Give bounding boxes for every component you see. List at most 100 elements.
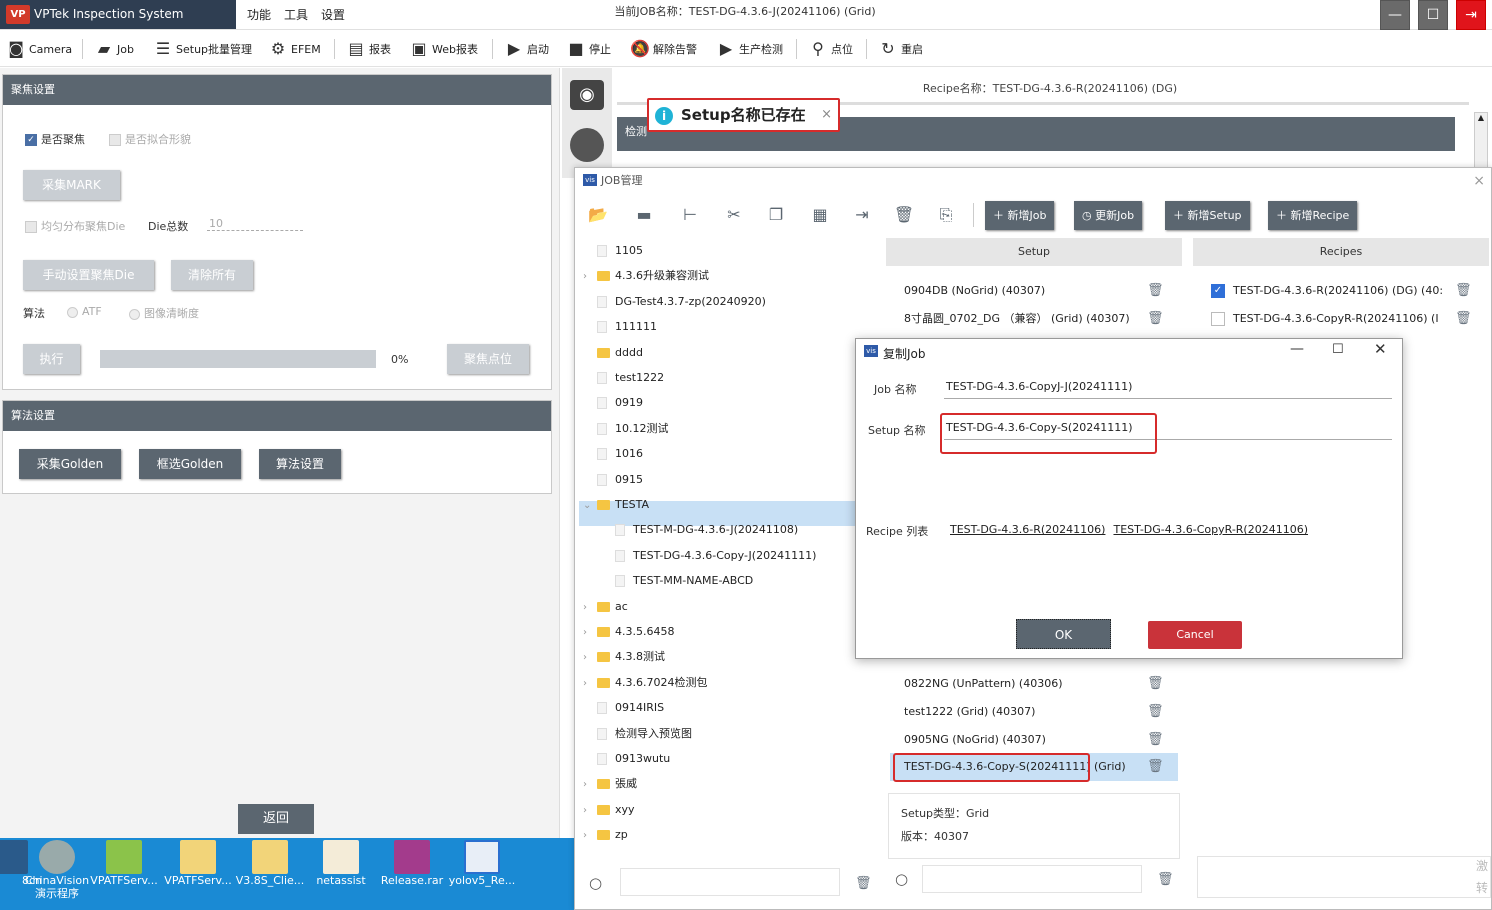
tree-node[interactable]: › 4.3.5.6458 bbox=[583, 619, 674, 644]
tree-node[interactable]: TEST-DG-4.3.6-Copy-J(20241111) bbox=[601, 543, 816, 568]
tree-node[interactable]: 10.12测试 bbox=[583, 416, 669, 441]
restart-button[interactable]: ↻ 重启 bbox=[878, 31, 923, 67]
delete-icon[interactable]: 🗑 bbox=[893, 205, 915, 225]
taskbar-item[interactable]: ChinaVision 演示程序 bbox=[21, 838, 93, 910]
close-icon[interactable]: × bbox=[1473, 168, 1485, 194]
production-button[interactable]: ▶ 生产检测 bbox=[716, 31, 783, 67]
manual-focus-die-button[interactable]: 手动设置聚焦Die bbox=[23, 260, 154, 290]
stop-button[interactable]: ■ 停止 bbox=[566, 31, 611, 67]
tree-node[interactable]: › 張威 bbox=[583, 771, 637, 796]
job-button[interactable]: ▰ Job bbox=[94, 31, 134, 67]
tree-node[interactable]: › xyy bbox=[583, 797, 635, 822]
setup-row[interactable]: test1222 (Grid) (40307) bbox=[904, 698, 1144, 726]
focus-point-button[interactable]: 聚焦点位 bbox=[447, 344, 529, 374]
wafer-icon[interactable] bbox=[570, 128, 604, 162]
chevron-icon[interactable]: › bbox=[583, 772, 597, 797]
efem-button[interactable]: ⚙ EFEM bbox=[268, 31, 321, 67]
taskbar-item[interactable]: Release.rar bbox=[376, 838, 448, 910]
recipe-link[interactable]: TEST-DG-4.3.6-R(20241106) bbox=[950, 523, 1105, 536]
trash-icon[interactable]: 🗑 bbox=[1455, 311, 1472, 326]
fit-shape-checkbox[interactable]: 是否拟合形貌 bbox=[109, 131, 191, 147]
tree-node[interactable]: › ac bbox=[583, 594, 628, 619]
maximize-button[interactable]: ☐ bbox=[1418, 0, 1448, 30]
taskbar-item[interactable]: V3.8S_Clie... bbox=[234, 838, 306, 910]
chevron-icon[interactable]: › bbox=[583, 595, 597, 620]
tree-node[interactable]: 0915 bbox=[583, 467, 643, 492]
close-icon[interactable]: ✕ bbox=[1374, 340, 1387, 358]
recipe-link[interactable]: TEST-DG-4.3.6-CopyR-R(20241106) bbox=[1113, 523, 1308, 536]
trash-icon[interactable]: 🗑 bbox=[1147, 704, 1164, 719]
taskbar-item[interactable]: yolov5_Re... bbox=[446, 838, 518, 910]
focus-checkbox[interactable]: ✓ 是否聚焦 bbox=[25, 131, 85, 147]
menu-function[interactable]: 功能 bbox=[247, 6, 271, 23]
clear-alarm-button[interactable]: 🔕 解除告警 bbox=[630, 31, 697, 67]
tree-node[interactable]: 1105 bbox=[583, 238, 643, 263]
tree-icon[interactable]: ⊢ bbox=[679, 205, 701, 225]
select-golden-button[interactable]: 框选Golden bbox=[139, 449, 241, 479]
chevron-icon[interactable]: ⌄ bbox=[583, 493, 597, 518]
taskbar-item[interactable]: VPATFServ... bbox=[88, 838, 160, 910]
maximize-icon[interactable]: ☐ bbox=[1332, 342, 1344, 357]
tree-search-input[interactable] bbox=[620, 868, 840, 896]
trash-icon[interactable]: 🗑 bbox=[1147, 676, 1164, 691]
recipe-row[interactable]: TEST-DG-4.3.6-CopyR-R(20241106) (I bbox=[1211, 305, 1451, 333]
taskbar-item[interactable]: VPATFServ... bbox=[162, 838, 234, 910]
tree-node[interactable]: › 4.3.8测试 bbox=[583, 644, 665, 669]
tree-node[interactable]: 111111 bbox=[583, 314, 657, 339]
run-button[interactable]: 执行 bbox=[23, 344, 80, 374]
chevron-icon[interactable]: › bbox=[583, 620, 597, 645]
tree-node[interactable]: 0914IRIS bbox=[583, 695, 664, 720]
ok-button[interactable]: OK bbox=[1016, 619, 1111, 649]
cut-icon[interactable]: ✂ bbox=[723, 205, 745, 225]
clarity-radio[interactable]: 图像清晰度 bbox=[129, 305, 199, 321]
folder-icon[interactable]: ▬ bbox=[633, 205, 655, 225]
tree-node[interactable]: DG-Test4.3.7-zp(20240920) bbox=[583, 289, 766, 314]
setup-row[interactable]: 0905NG (NoGrid) (40307) bbox=[904, 726, 1144, 754]
clear-all-button[interactable]: 清除所有 bbox=[171, 260, 253, 290]
tree-node[interactable]: 0913wutu bbox=[583, 746, 670, 771]
camera-button[interactable]: ◙ Camera bbox=[6, 31, 72, 67]
tree-node[interactable]: › 4.3.6.7024检测包 bbox=[583, 670, 707, 695]
start-button[interactable]: ▶ 启动 bbox=[504, 31, 549, 67]
tree-node[interactable]: 检测导入预览图 bbox=[583, 721, 692, 746]
setup-row[interactable]: 8寸晶圆_0702_DG （兼容） (Grid) (40307) bbox=[904, 305, 1144, 333]
trash-icon[interactable]: 🗑 bbox=[1455, 283, 1472, 298]
checkbox-icon[interactable] bbox=[1211, 312, 1225, 326]
tree-node[interactable]: › 4.3.6升级兼容测试 bbox=[583, 263, 709, 288]
chevron-icon[interactable]: › bbox=[583, 823, 597, 848]
tree-node[interactable]: 0919 bbox=[583, 390, 643, 415]
chevron-icon[interactable]: › bbox=[583, 798, 597, 823]
web-report-button[interactable]: ▣ Web报表 bbox=[409, 31, 478, 67]
report-button[interactable]: ▤ 报表 bbox=[346, 31, 391, 67]
chevron-icon[interactable]: › bbox=[583, 671, 597, 696]
algo-settings-button[interactable]: 算法设置 bbox=[259, 449, 341, 479]
trash-icon[interactable]: 🗑 bbox=[855, 876, 872, 891]
tree-node[interactable]: ⌄ TESTA bbox=[583, 492, 649, 517]
open-folder-icon[interactable]: 📂 bbox=[587, 205, 609, 225]
minimize-button[interactable]: — bbox=[1380, 0, 1410, 30]
checkbox-icon[interactable]: ✓ bbox=[1211, 284, 1225, 298]
paste-icon[interactable]: ▦ bbox=[809, 205, 831, 225]
minimize-icon[interactable]: — bbox=[1290, 341, 1304, 357]
import-icon[interactable]: ⇥ bbox=[851, 205, 873, 225]
even-die-checkbox[interactable]: 均匀分布聚焦Die bbox=[25, 218, 125, 234]
tree-node[interactable]: dddd bbox=[583, 340, 643, 365]
setup-search-input[interactable] bbox=[922, 865, 1142, 893]
taskbar-item[interactable]: netassist bbox=[305, 838, 377, 910]
back-button[interactable]: 返回 bbox=[238, 804, 314, 834]
menu-settings[interactable]: 设置 bbox=[321, 6, 345, 23]
scrollbar[interactable]: ▲ bbox=[1474, 112, 1488, 168]
close-icon[interactable]: × bbox=[821, 100, 832, 130]
tree-node[interactable]: TEST-MM-NAME-ABCD bbox=[601, 568, 753, 593]
point-button[interactable]: ⚲ 点位 bbox=[808, 31, 853, 67]
new-job-button[interactable]: ＋ 新增Job bbox=[985, 201, 1055, 230]
exit-button[interactable]: ⇥ bbox=[1456, 0, 1486, 30]
trash-icon[interactable]: 🗑 bbox=[1147, 759, 1164, 774]
job-name-input[interactable]: TEST-DG-4.3.6-CopyJ-J(20241111) bbox=[946, 380, 1132, 393]
chevron-icon[interactable]: › bbox=[583, 645, 597, 670]
trash-icon[interactable]: 🗑 bbox=[1147, 732, 1164, 747]
setup-row[interactable]: 0904DB (NoGrid) (40307) bbox=[904, 277, 1144, 305]
chevron-icon[interactable]: › bbox=[583, 264, 597, 289]
copy-icon[interactable]: ❐ bbox=[765, 205, 787, 225]
camera-icon[interactable]: ◉ bbox=[570, 80, 604, 110]
